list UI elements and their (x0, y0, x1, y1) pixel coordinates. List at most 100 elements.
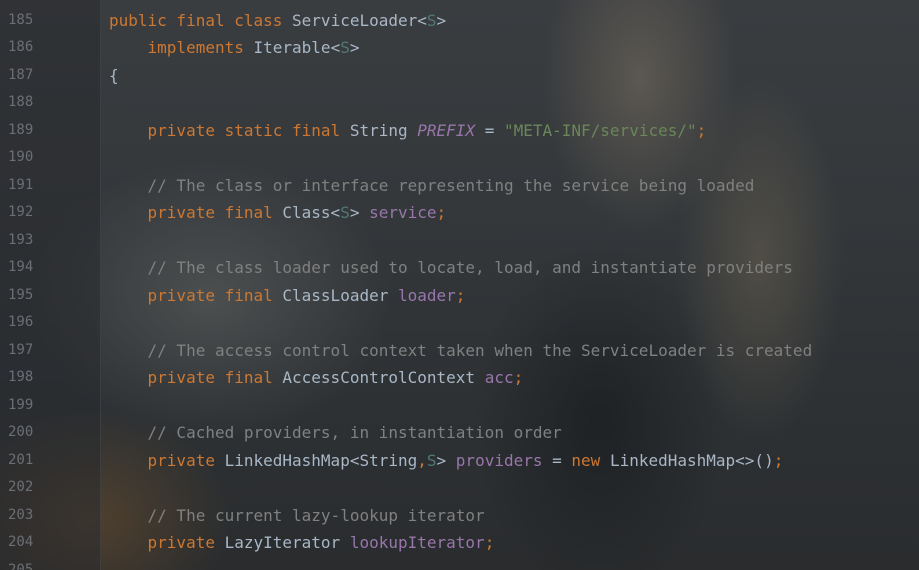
code-token: ; (484, 533, 495, 552)
code-token: // Cached providers, in instantiation or… (147, 423, 562, 442)
code-text[interactable]: private final Class<S> service; (109, 199, 447, 227)
code-text[interactable]: private LinkedHashMap<String,S> provider… (109, 447, 784, 475)
code-token: LazyIterator (224, 533, 350, 552)
code-token: S (340, 203, 350, 222)
code-token: > (349, 38, 360, 57)
line-number: 192 (8, 204, 34, 220)
code-token: LinkedHashMap<>() (609, 450, 774, 470)
code-text[interactable]: implements Iterable<S> (109, 34, 360, 62)
code-token: // The current lazy-lookup iterator (147, 505, 485, 525)
code-token: ServiceLoader< (292, 10, 427, 30)
code-token: public final class (109, 10, 293, 30)
code-token: = (475, 120, 504, 140)
code-token: AccessControlContext (282, 368, 485, 387)
line-number: 202 (8, 479, 34, 495)
code-text[interactable]: public final class ServiceLoader<S> (109, 7, 446, 35)
code-token: > (436, 10, 447, 30)
code-token: private (147, 450, 225, 470)
code-text[interactable]: // The class or interface representing t… (109, 172, 755, 200)
code-line[interactable]: 193 (0, 227, 919, 255)
code-text[interactable]: private static final String PREFIX = "ME… (109, 117, 707, 145)
code-text[interactable]: private final AccessControlContext acc; (109, 364, 524, 392)
code-token: > (349, 203, 370, 222)
line-number: 205 (8, 561, 34, 570)
code-line[interactable]: 190 (0, 144, 919, 172)
code-token: new (571, 450, 610, 470)
code-token: S (426, 450, 437, 470)
line-number: 189 (8, 121, 34, 138)
code-token: ClassLoader (282, 285, 398, 305)
code-token: loader (397, 285, 456, 305)
code-line[interactable]: 203 // The current lazy-lookup iterator (0, 502, 919, 530)
code-line[interactable]: 188 (0, 89, 919, 117)
code-text[interactable]: { (109, 62, 119, 90)
code-text[interactable]: private final ClassLoader loader; (109, 282, 466, 310)
code-line[interactable]: 189 private static final String PREFIX =… (0, 117, 919, 145)
line-number: 190 (8, 149, 34, 165)
line-number: 201 (8, 451, 34, 468)
line-number: 187 (8, 66, 34, 83)
code-line[interactable]: 195 private final ClassLoader loader; (0, 282, 919, 310)
code-token: "META-INF/services/" (503, 120, 697, 140)
code-text[interactable]: // Cached providers, in instantiation or… (109, 419, 562, 447)
code-text[interactable]: private LazyIterator lookupIterator; (109, 529, 495, 557)
line-number: 194 (8, 259, 34, 275)
code-token: = (542, 450, 572, 470)
line-number: 188 (8, 94, 34, 110)
code-token: ; (436, 203, 447, 222)
code-lines[interactable]: 184185public final class ServiceLoader<S… (0, 0, 919, 570)
line-number: 200 (8, 424, 34, 440)
code-token: S (426, 10, 437, 30)
code-line[interactable]: 186 implements Iterable<S> (0, 34, 919, 62)
code-line[interactable]: 192 private final Class<S> service; (0, 199, 919, 227)
code-line[interactable]: 205 (0, 557, 919, 570)
code-line[interactable]: 199 (0, 392, 919, 420)
code-line[interactable]: 197 // The access control context taken … (0, 337, 919, 365)
line-number: 199 (8, 396, 34, 413)
code-line[interactable]: 194 // The class loader used to locate, … (0, 254, 919, 282)
line-number: 197 (8, 341, 34, 358)
code-line[interactable]: 204 private LazyIterator lookupIterator; (0, 529, 919, 557)
code-line[interactable]: 201 private LinkedHashMap<String,S> prov… (0, 447, 919, 475)
code-token: // The class loader used to locate, load… (147, 258, 793, 277)
code-line[interactable]: 200 // Cached providers, in instantiatio… (0, 419, 919, 447)
code-editor[interactable]: 184185public final class ServiceLoader<S… (0, 0, 919, 570)
line-number: 185 (8, 11, 34, 28)
code-line[interactable]: 198 private final AccessControlContext a… (0, 364, 919, 392)
code-token: ; (513, 368, 524, 387)
code-line[interactable]: 196 (0, 309, 919, 337)
code-token: // The class or interface representing t… (147, 175, 755, 195)
code-token: String (349, 120, 418, 140)
code-token: ; (455, 285, 466, 305)
code-line[interactable]: 185 public final class ServiceLoader<S> (0, 7, 919, 35)
line-number: 196 (8, 314, 34, 330)
code-token: Iterable< (253, 38, 341, 57)
code-token: // The access control context taken when… (147, 340, 813, 360)
code-text[interactable]: // The class loader used to locate, load… (109, 254, 793, 282)
code-text[interactable]: // The access control context taken when… (109, 337, 813, 365)
code-token: implements (147, 38, 254, 57)
code-line[interactable]: 202 (0, 474, 919, 502)
line-number: 195 (8, 286, 34, 303)
code-token: , (417, 450, 427, 470)
code-line[interactable]: 191 // The class or interface representi… (0, 172, 919, 200)
code-token: private final (147, 285, 283, 305)
code-token: acc (484, 368, 514, 387)
code-token: private final (147, 203, 283, 222)
code-token: private static final (147, 120, 350, 140)
code-token: PREFIX (417, 120, 476, 140)
code-line[interactable]: 187 { (0, 62, 919, 90)
code-token: > (436, 450, 456, 470)
code-text[interactable]: // The current lazy-lookup iterator (109, 502, 485, 530)
